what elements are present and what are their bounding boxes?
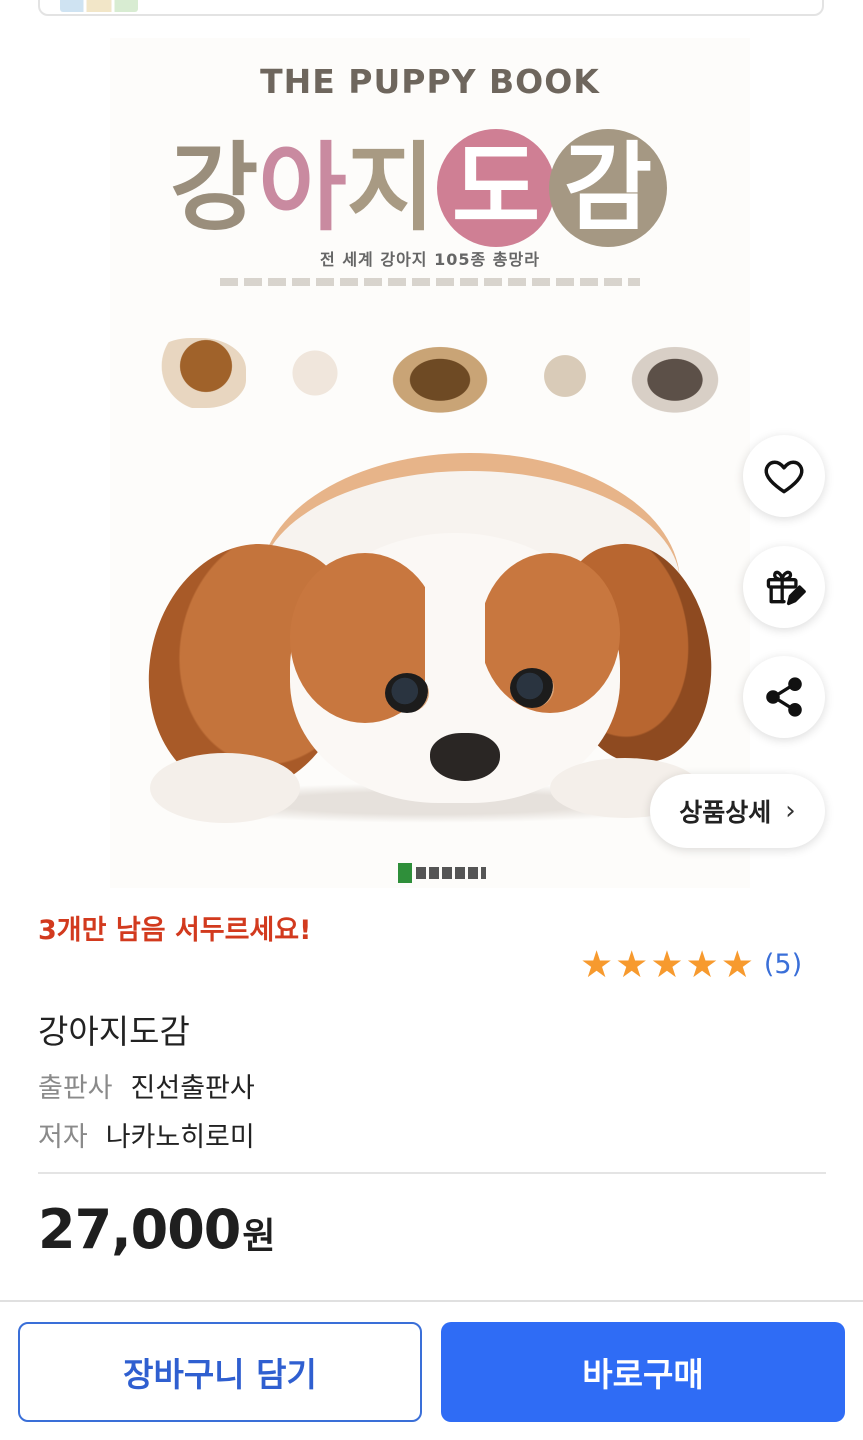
product-detail-label: 상품상세 — [679, 798, 772, 827]
price-currency: 원 — [242, 1216, 276, 1257]
buy-now-button[interactable]: 바로구매 — [441, 1322, 845, 1422]
gift-button[interactable] — [743, 546, 825, 628]
product-detail-page: THE PUPPY BOOK 강 아 지 도 감 전 세계 강아지 105종 총… — [0, 0, 863, 1440]
puppy-thumbnail — [620, 338, 730, 414]
bottom-action-bar: 장바구니 담기 바로구매 — [0, 1300, 863, 1440]
star-icon: ★ — [720, 943, 754, 986]
star-icon: ★ — [580, 943, 614, 986]
cover-title-circle: 감 — [548, 129, 667, 247]
cover-puppy-row — [140, 328, 730, 418]
price: 27,000 원 — [38, 1198, 276, 1261]
review-count-link[interactable]: (5) — [764, 949, 802, 980]
puppy-thumbnail — [380, 338, 500, 414]
cover-credits — [220, 278, 640, 286]
star-icon: ★ — [615, 943, 649, 986]
divider — [38, 1172, 826, 1174]
stock-alert: 3개만 남음 서두르세요! — [38, 915, 312, 946]
publisher-logo — [398, 863, 486, 883]
search-bar[interactable] — [38, 0, 824, 16]
cover-dog-illustration — [126, 453, 728, 833]
cover-english-title: THE PUPPY BOOK — [260, 62, 600, 101]
puppy-thumbnail — [146, 338, 246, 408]
gift-icon — [766, 570, 806, 606]
heart-icon — [764, 460, 804, 494]
search-thumbnail — [60, 0, 138, 12]
star-icon: ★ — [650, 943, 684, 986]
puppy-thumbnail — [530, 338, 600, 414]
publisher-label: 출판사 — [38, 1073, 113, 1104]
share-icon — [766, 677, 802, 717]
wishlist-button[interactable] — [743, 435, 825, 517]
book-cover-image: THE PUPPY BOOK 강 아 지 도 감 전 세계 강아지 105종 총… — [110, 38, 750, 888]
cover-title-char: 지 — [346, 132, 435, 244]
author-label: 저자 — [38, 1122, 88, 1153]
product-title: 강아지도감 — [38, 1012, 190, 1051]
cover-title-char: 도 — [451, 132, 541, 244]
star-icon: ★ — [685, 943, 719, 986]
cover-subtitle: 전 세계 강아지 105종 총망라 — [320, 250, 540, 269]
rating-stars: ★ ★ ★ ★ ★ — [580, 946, 754, 983]
rating[interactable]: ★ ★ ★ ★ ★ (5) — [580, 946, 802, 983]
add-to-cart-button[interactable]: 장바구니 담기 — [18, 1322, 422, 1422]
publisher-row: 출판사 진선출판사 — [38, 1066, 255, 1105]
author-value: 나카노히로미 — [105, 1122, 255, 1153]
cover-korean-title: 강 아 지 도 감 — [170, 118, 667, 258]
chevron-right-icon: › — [785, 796, 796, 826]
share-button[interactable] — [743, 656, 825, 738]
product-detail-button[interactable]: 상품상세 › — [650, 774, 825, 848]
price-amount: 27,000 — [38, 1198, 241, 1261]
cover-title-char: 아 — [258, 132, 347, 244]
cover-title-circle: 도 — [436, 129, 555, 247]
publisher-value: 진선출판사 — [130, 1073, 255, 1104]
cover-title-char: 감 — [563, 132, 653, 244]
product-image-area[interactable]: THE PUPPY BOOK 강 아 지 도 감 전 세계 강아지 105종 총… — [0, 16, 863, 888]
author-row: 저자 나카노히로미 — [38, 1115, 255, 1154]
puppy-thumbnail — [280, 338, 350, 408]
cover-title-char: 강 — [170, 132, 259, 244]
